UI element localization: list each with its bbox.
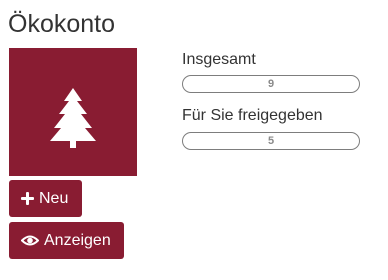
shared-value: 5 [267, 135, 275, 147]
eye-icon [21, 234, 39, 247]
total-progress-bar: 9 [182, 75, 360, 93]
ecoaccount-tile [9, 48, 137, 176]
shared-label: Für Sie freigegeben [182, 107, 323, 124]
page-title: Ökokonto [8, 10, 116, 38]
view-button-label: Anzeigen [44, 232, 111, 249]
new-button-label: Neu [39, 190, 69, 207]
shared-progress-bar: 5 [182, 132, 360, 150]
new-button[interactable]: Neu [9, 180, 82, 217]
view-button[interactable]: Anzeigen [9, 222, 124, 259]
total-label: Insgesamt [182, 51, 256, 68]
total-value: 9 [267, 78, 275, 90]
tree-icon [50, 88, 96, 148]
plus-icon [21, 192, 34, 205]
